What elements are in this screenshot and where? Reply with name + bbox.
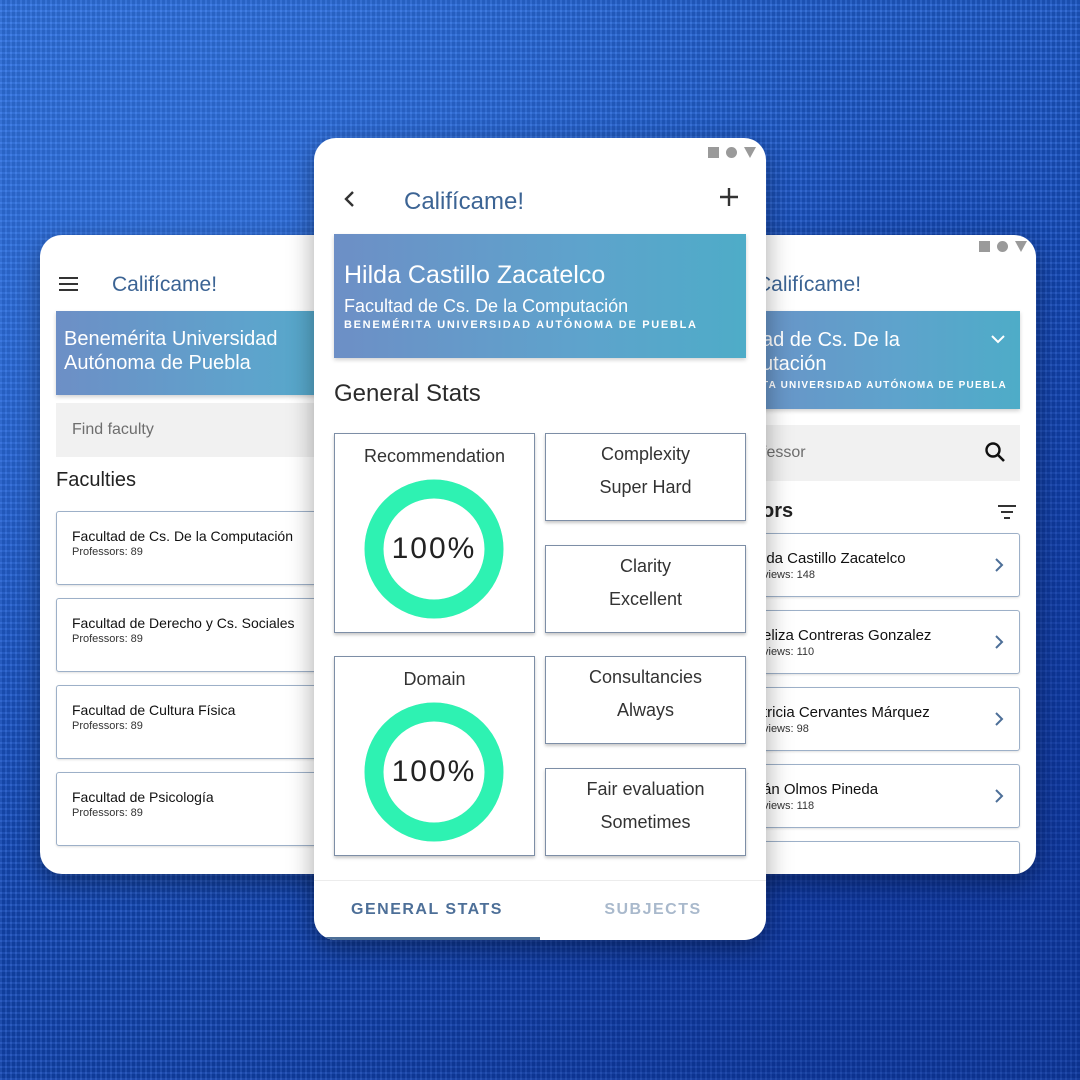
professor-banner: Hilda Castillo Zacatelco Facultad de Cs.…	[334, 234, 746, 358]
stat-label: Complexity	[600, 444, 691, 464]
tab-subjects[interactable]: SUBJECTS	[540, 881, 766, 940]
app-title: Califícame!	[756, 273, 862, 296]
active-tab-indicator	[314, 937, 540, 940]
recommendation-ring: 100%	[363, 478, 505, 620]
recommendation-percentage: 100%	[391, 532, 477, 565]
complexity-card: Complexity Super Hard	[545, 433, 746, 521]
menu-icon[interactable]	[59, 277, 78, 291]
stat-label: Clarity	[619, 556, 671, 576]
stat-value: Sometimes	[600, 812, 691, 832]
professor-name: lda Castillo Zacatelco	[763, 550, 906, 567]
filter-icon[interactable]	[998, 505, 1016, 519]
stat-value: Excellent	[608, 589, 683, 609]
professors-heading: ors	[762, 500, 794, 522]
professor-reviews: views: 110	[763, 646, 815, 658]
home-icon	[726, 147, 737, 158]
chevron-right-icon	[995, 789, 1004, 803]
professor-reviews: views: 98	[763, 723, 809, 735]
chevron-down-icon[interactable]	[990, 331, 1006, 347]
domain-ring: 100%	[363, 701, 505, 843]
banner-line-2: utación	[762, 353, 827, 375]
banner-line-1: ad de Cs. De la	[762, 329, 900, 351]
professor-reviews: views: 118	[763, 800, 815, 812]
faculties-heading: Faculties	[56, 469, 137, 491]
tab-general-stats[interactable]: GENERAL STATS	[314, 881, 540, 940]
professor-name: tricia Cervantes Márquez	[763, 704, 930, 721]
recents-icon	[979, 241, 990, 252]
recents-icon	[708, 147, 719, 158]
consultancies-card: Consultancies Always	[545, 656, 746, 744]
fair-evaluation-card: Fair evaluation Sometimes	[545, 768, 746, 856]
app-title: Califícame!	[404, 188, 525, 215]
stat-value: Super Hard	[599, 477, 692, 497]
stat-label: Recommendation	[363, 446, 506, 466]
back-triangle-icon	[1015, 241, 1027, 252]
banner-university: TA UNIVERSIDAD AUTÓNOMA DE PUEBLA	[762, 380, 1007, 391]
chevron-right-icon	[995, 635, 1004, 649]
search-icon[interactable]	[984, 441, 1006, 463]
status-bar	[708, 147, 756, 158]
back-arrow-icon[interactable]	[342, 188, 356, 210]
recommendation-card: Recommendation 100%	[334, 433, 535, 633]
chevron-right-icon	[995, 558, 1004, 572]
home-icon	[997, 241, 1008, 252]
professor-name: eliza Contreras Gonzalez	[763, 627, 932, 644]
section-title: General Stats	[334, 380, 481, 407]
professor-reviews: views: 148	[763, 569, 815, 581]
stat-label: Fair evaluation	[586, 779, 705, 799]
faculty-banner-title: ad de Cs. De la utación	[762, 328, 900, 376]
professor-name: Hilda Castillo Zacatelco	[344, 261, 606, 289]
clarity-card: Clarity Excellent	[545, 545, 746, 633]
professor-stats-screen: Califícame! Hilda Castillo Zacatelco Fac…	[314, 138, 766, 940]
stat-label: Domain	[403, 669, 466, 689]
professor-faculty: Facultad de Cs. De la Computación	[344, 296, 629, 316]
chevron-right-icon	[995, 712, 1004, 726]
stat-value: Always	[616, 700, 674, 720]
bottom-tab-bar: GENERAL STATS SUBJECTS	[314, 880, 766, 940]
add-icon[interactable]	[718, 186, 740, 208]
back-triangle-icon	[744, 147, 756, 158]
professor-university: BENEMÉRITA UNIVERSIDAD AUTÓNOMA DE PUEBL…	[344, 319, 698, 331]
app-title: Califícame!	[112, 273, 218, 296]
domain-percentage: 100%	[391, 755, 477, 788]
stat-label: Consultancies	[588, 667, 703, 687]
professor-name: án Olmos Pineda	[763, 781, 879, 798]
domain-card: Domain 100%	[334, 656, 535, 856]
professor-search-placeholder: fessor	[762, 444, 806, 461]
status-bar	[979, 241, 1027, 252]
